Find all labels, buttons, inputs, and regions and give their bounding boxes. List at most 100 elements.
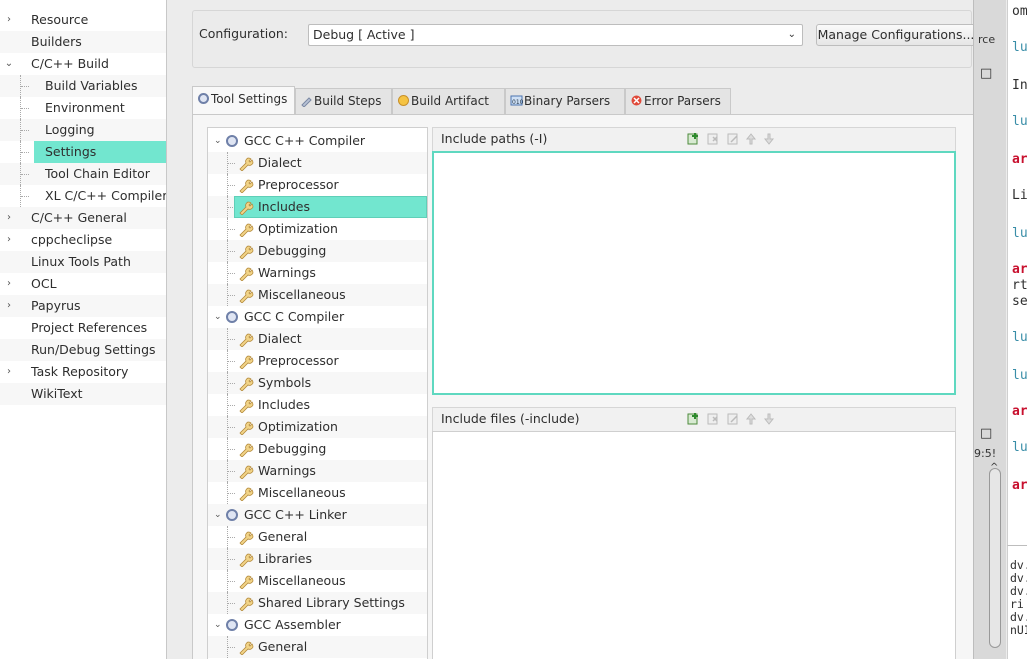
tree-item-resource[interactable]: › Resource [0, 9, 166, 31]
tree-item-c-c-general[interactable]: › C/C++ General [0, 207, 166, 229]
wrench-option-icon [238, 552, 254, 568]
code-line: om [1012, 4, 1027, 19]
option-label: Optimization [258, 221, 338, 236]
tree-item-wikitext[interactable]: WikiText [0, 383, 166, 405]
chevron-right-icon[interactable]: › [4, 229, 14, 251]
include-paths-header: Include paths (-I) [432, 127, 956, 151]
chevron-down-icon[interactable]: ⌄ [214, 306, 222, 328]
tab-binary-parsers[interactable]: 010 Binary Parsers [505, 88, 625, 114]
tree-item-label: Build Variables [45, 78, 138, 93]
tool-node[interactable]: ⌄ GCC Assembler [208, 614, 427, 636]
chevron-right-icon[interactable]: › [4, 273, 14, 295]
tool-option-node[interactable]: General [208, 636, 427, 658]
tool-option-node[interactable]: Shared Library Settings [208, 592, 427, 614]
console-line: dv. [1010, 610, 1027, 624]
configuration-select[interactable]: Debug [ Active ] ⌄ [308, 24, 803, 46]
tool-option-node[interactable]: Preprocessor [208, 174, 427, 196]
tool-option-node[interactable]: Libraries [208, 548, 427, 570]
tree-item-c-c-build[interactable]: ⌄ C/C++ Build [0, 53, 166, 75]
wrench-option-icon [238, 530, 254, 546]
tree-item-label: XL C/C++ Compiler [45, 188, 167, 203]
tool-option-node[interactable]: Optimization [208, 416, 427, 438]
tool-option-node[interactable]: Warnings [208, 460, 427, 482]
move-down-icon[interactable] [762, 132, 776, 146]
tool-option-node[interactable]: Debugging [208, 240, 427, 262]
code-line: lu [1012, 226, 1027, 241]
tool-label: GCC Assembler [244, 617, 341, 632]
delete-icon[interactable] [706, 412, 720, 426]
tool-option-node[interactable]: Miscellaneous [208, 570, 427, 592]
option-label: Miscellaneous [258, 287, 346, 302]
tab-build-steps[interactable]: Build Steps [295, 88, 392, 114]
chevron-right-icon[interactable]: › [4, 361, 14, 383]
tree-guide [228, 273, 235, 274]
tree-item-tool-chain-editor[interactable]: Tool Chain Editor [0, 163, 166, 185]
tree-item-ocl[interactable]: › OCL [0, 273, 166, 295]
tool-option-node[interactable]: Dialect [208, 152, 427, 174]
tree-item-papyrus[interactable]: › Papyrus [0, 295, 166, 317]
tool-option-node[interactable]: Includes [208, 394, 427, 416]
tool-option-node[interactable]: General [208, 526, 427, 548]
tool-option-node[interactable]: Miscellaneous [208, 284, 427, 306]
tab-label: Binary Parsers [524, 94, 611, 108]
tool-node[interactable]: ⌄ GCC C++ Compiler [208, 130, 427, 152]
tree-item-linux-tools-path[interactable]: Linux Tools Path [0, 251, 166, 273]
tree-item-logging[interactable]: Logging [0, 119, 166, 141]
chevron-down-icon[interactable]: ⌄ [214, 504, 222, 526]
tree-guide [228, 295, 235, 296]
tool-option-node[interactable]: Symbols [208, 372, 427, 394]
tool-option-node[interactable]: Warnings [208, 262, 427, 284]
include-files-list[interactable] [432, 431, 956, 659]
tab-tool-settings[interactable]: Tool Settings [192, 86, 295, 114]
tree-item-project-references[interactable]: Project References [0, 317, 166, 339]
tree-item-settings[interactable]: Settings [20, 141, 166, 163]
move-down-icon[interactable] [762, 412, 776, 426]
chevron-down-icon[interactable]: ⌄ [4, 53, 14, 75]
tree-guide [228, 383, 235, 384]
add-icon[interactable] [686, 132, 700, 146]
tool-label: GCC C++ Compiler [244, 133, 366, 148]
option-label: Includes [258, 397, 311, 412]
move-up-icon[interactable] [744, 412, 758, 426]
tree-item-task-repository[interactable]: › Task Repository [0, 361, 166, 383]
tool-option-node[interactable]: Includes [208, 196, 427, 218]
build-artifact-icon [398, 95, 409, 106]
option-label: Preprocessor [258, 177, 339, 192]
manage-configurations-button[interactable]: Manage Configurations... [816, 24, 976, 46]
chevron-right-icon[interactable]: › [4, 207, 14, 229]
tree-item-xl-c-c-compiler[interactable]: XL C/C++ Compiler [0, 185, 166, 207]
tab-error-parsers[interactable]: Error Parsers [625, 88, 731, 114]
chevron-right-icon[interactable]: › [4, 295, 14, 317]
tool-settings-content: ⌄ GCC C++ Compiler Dialect Preprocessor Incl… [192, 114, 973, 659]
scrollbar[interactable] [989, 468, 1001, 648]
chevron-right-icon[interactable]: › [4, 9, 14, 31]
tool-option-node[interactable]: Debugging [208, 438, 427, 460]
edit-icon[interactable] [726, 412, 740, 426]
tree-item-builders[interactable]: Builders [0, 31, 166, 53]
maximize-icon[interactable]: □ [980, 66, 992, 81]
tool-node[interactable]: ⌄ GCC C Compiler [208, 306, 427, 328]
tool-option-node[interactable]: Miscellaneous [208, 482, 427, 504]
tree-item-environment[interactable]: Environment [0, 97, 166, 119]
add-icon[interactable] [686, 412, 700, 426]
chevron-down-icon[interactable]: ⌄ [214, 130, 222, 152]
tree-guide [21, 108, 29, 109]
edit-icon[interactable] [726, 132, 740, 146]
chevron-up-icon[interactable]: ^ [990, 462, 998, 473]
chevron-down-icon[interactable]: ⌄ [214, 614, 222, 636]
maximize-icon[interactable]: □ [980, 426, 992, 441]
tree-item-run-debug-settings[interactable]: Run/Debug Settings [0, 339, 166, 361]
tool-option-node[interactable]: Dialect [208, 328, 427, 350]
tree-item-cppcheclipse[interactable]: › cppcheclipse [0, 229, 166, 251]
tool-node[interactable]: ⌄ GCC C++ Linker [208, 504, 427, 526]
tree-item-build-variables[interactable]: Build Variables [0, 75, 166, 97]
tool-option-node[interactable]: Preprocessor [208, 350, 427, 372]
tree-item-label: C/C++ Build [31, 56, 109, 71]
move-up-icon[interactable] [744, 132, 758, 146]
tree-item-label: Papyrus [31, 298, 81, 313]
delete-icon[interactable] [706, 132, 720, 146]
tree-guide [21, 196, 29, 197]
tab-build-artifact[interactable]: Build Artifact [392, 88, 505, 114]
tool-option-node[interactable]: Optimization [208, 218, 427, 240]
include-paths-list[interactable] [432, 151, 956, 395]
